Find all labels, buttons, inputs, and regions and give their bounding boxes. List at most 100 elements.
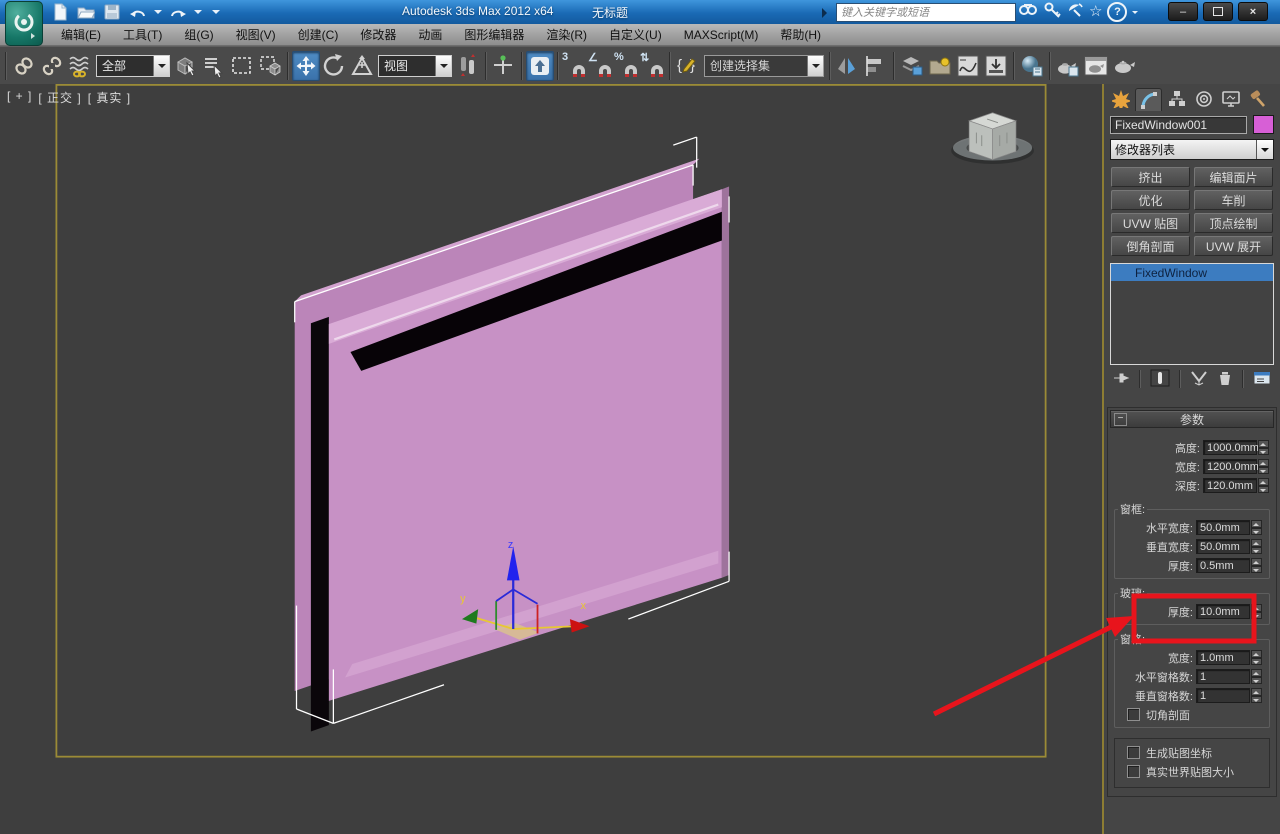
lathe-button[interactable]: 车削 <box>1194 190 1273 210</box>
bind-to-space-warp-icon[interactable] <box>66 51 94 81</box>
select-and-move-icon[interactable] <box>292 51 320 81</box>
minimize-button[interactable]: – <box>1168 2 1198 21</box>
select-by-name-icon[interactable] <box>200 51 228 81</box>
viewport-menu-pov[interactable]: [ 正交 ] <box>38 89 81 106</box>
edit-patch-button[interactable]: 编辑面片 <box>1194 167 1273 187</box>
rail-width-field[interactable]: 1.0mm <box>1196 650 1250 665</box>
help-dropdown-icon[interactable] <box>1132 11 1138 17</box>
save-file-icon[interactable] <box>102 2 122 22</box>
percent-snap-icon[interactable]: % <box>614 52 640 80</box>
application-menu-button[interactable] <box>5 1 43 46</box>
window-crossing-icon[interactable] <box>256 51 284 81</box>
help-icon[interactable]: ? <box>1107 2 1127 22</box>
material-editor-icon[interactable] <box>1018 51 1046 81</box>
reference-coordinate-dropdown[interactable]: 视图 <box>378 55 452 77</box>
qat-customize-icon[interactable] <box>212 10 220 18</box>
optimize-button[interactable]: 优化 <box>1111 190 1190 210</box>
undo-icon[interactable] <box>128 2 148 22</box>
viewcube[interactable] <box>951 113 1034 164</box>
horiz-width-field[interactable]: 50.0mm <box>1196 520 1250 535</box>
selection-filter-dropdown[interactable]: 全部 <box>96 55 170 77</box>
menu-customize[interactable]: 自定义(U) <box>598 23 673 46</box>
redo-icon[interactable] <box>168 2 188 22</box>
remove-modifier-icon[interactable] <box>1217 370 1233 389</box>
dropdown-arrow-icon[interactable] <box>1256 140 1273 159</box>
render-setup-icon[interactable] <box>1054 51 1082 81</box>
search-input[interactable] <box>836 3 1016 22</box>
use-pivot-point-center-icon[interactable] <box>454 51 482 81</box>
snaps-toggle-3d-icon[interactable]: 3 <box>562 52 588 80</box>
schematic-view-icon[interactable] <box>982 51 1010 81</box>
menu-views[interactable]: 视图(V) <box>225 23 287 46</box>
vertex-paint-button[interactable]: 顶点绘制 <box>1194 213 1273 233</box>
vert-rail-count-spinner[interactable] <box>1251 688 1262 703</box>
modifier-list-dropdown[interactable]: 修改器列表 <box>1110 139 1274 160</box>
tab-create[interactable] <box>1108 88 1133 110</box>
generate-mapping-coords-checkbox[interactable] <box>1127 746 1140 759</box>
menu-create[interactable]: 创建(C) <box>287 23 350 46</box>
select-object-icon[interactable] <box>172 51 200 81</box>
frame-thickness-spinner[interactable] <box>1251 558 1262 573</box>
show-end-result-icon[interactable] <box>1150 369 1170 390</box>
menu-edit[interactable]: 编辑(E) <box>50 23 112 46</box>
rendered-frame-window-icon[interactable] <box>1082 51 1110 81</box>
menu-tools[interactable]: 工具(T) <box>112 23 173 46</box>
collapse-icon[interactable]: − <box>1114 413 1127 426</box>
menu-modifiers[interactable]: 修改器 <box>349 23 407 46</box>
tab-display[interactable] <box>1218 88 1243 110</box>
render-production-icon[interactable] <box>1110 51 1138 81</box>
menu-animation[interactable]: 动画 <box>407 23 453 46</box>
vert-width-field[interactable]: 50.0mm <box>1196 539 1250 554</box>
fixed-window-model[interactable] <box>295 137 729 731</box>
height-spinner[interactable] <box>1258 440 1269 455</box>
chamfered-profile-checkbox[interactable] <box>1127 708 1140 721</box>
menu-maxscript[interactable]: MAXScript(M) <box>673 25 770 45</box>
glass-thickness-field[interactable]: 10.0mm <box>1196 604 1250 619</box>
viewport-menu-general[interactable]: [ + ] <box>7 89 32 106</box>
graphite-tools-icon[interactable] <box>926 51 954 81</box>
panel-scroll-indicator[interactable] <box>1102 84 1104 834</box>
menu-help[interactable]: 帮助(H) <box>769 23 832 46</box>
key-icon[interactable] <box>1043 1 1061 23</box>
width-spinner[interactable] <box>1258 459 1269 474</box>
rectangular-selection-region-icon[interactable] <box>228 51 256 81</box>
menu-rendering[interactable]: 渲染(R) <box>535 23 598 46</box>
mirror-icon[interactable] <box>834 51 862 81</box>
maximize-button[interactable] <box>1203 2 1233 21</box>
glass-thickness-spinner[interactable] <box>1251 604 1262 619</box>
curve-editor-icon[interactable] <box>954 51 982 81</box>
new-scene-icon[interactable] <box>50 2 70 22</box>
edit-named-selection-sets-icon[interactable]: {} <box>674 51 702 81</box>
make-unique-icon[interactable] <box>1190 370 1208 389</box>
menu-group[interactable]: 组(G) <box>173 23 224 46</box>
close-button[interactable]: × <box>1238 2 1268 21</box>
horiz-rail-count-field[interactable]: 1 <box>1196 669 1250 684</box>
parameters-rollout-header[interactable]: − 参数 <box>1110 410 1274 428</box>
horiz-rail-count-spinner[interactable] <box>1251 669 1262 684</box>
real-world-map-size-checkbox[interactable] <box>1127 765 1140 778</box>
perspective-viewport[interactable]: [ + ] [ 正交 ] [ 真实 ] <box>0 84 1102 834</box>
angle-snap-icon[interactable]: ∠ <box>588 52 614 80</box>
width-field[interactable]: 1200.0mm <box>1203 459 1257 474</box>
extrude-button[interactable]: 挤出 <box>1111 167 1190 187</box>
height-field[interactable]: 1000.0mm <box>1203 440 1257 455</box>
menu-graph-editors[interactable]: 图形编辑器 <box>453 23 535 46</box>
communication-center-icon[interactable] <box>1066 1 1084 23</box>
unlink-selection-icon[interactable] <box>38 51 66 81</box>
tab-modify[interactable] <box>1135 88 1162 111</box>
named-selection-sets-dropdown[interactable]: 创建选择集 <box>704 55 824 77</box>
object-name-field[interactable]: FixedWindow001 <box>1110 116 1247 134</box>
dropdown-arrow-icon[interactable] <box>435 56 451 76</box>
unwrap-uvw-button[interactable]: UVW 展开 <box>1194 236 1273 256</box>
object-color-swatch[interactable] <box>1253 115 1274 134</box>
open-file-icon[interactable] <box>76 2 96 22</box>
vert-rail-count-field[interactable]: 1 <box>1196 688 1250 703</box>
pin-stack-icon[interactable] <box>1112 370 1130 389</box>
select-and-manipulate-icon[interactable] <box>490 51 518 81</box>
depth-field[interactable]: 120.0mm <box>1203 478 1257 493</box>
dropdown-arrow-icon[interactable] <box>807 56 823 76</box>
keyboard-shortcut-override-icon[interactable] <box>526 51 554 81</box>
select-and-rotate-icon[interactable] <box>320 51 348 81</box>
frame-thickness-field[interactable]: 0.5mm <box>1196 558 1250 573</box>
favorites-star-icon[interactable]: ☆ <box>1089 3 1102 21</box>
